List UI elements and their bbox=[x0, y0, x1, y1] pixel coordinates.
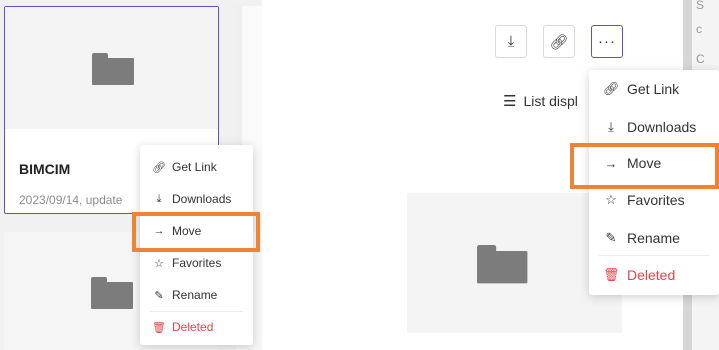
menu-item-label: Get Link bbox=[627, 81, 680, 97]
arrow-right-icon: → bbox=[153, 225, 165, 237]
menu-item-label: Rename bbox=[172, 288, 218, 302]
arrow-right-icon: → bbox=[604, 155, 618, 171]
menu-item-label: Favorites bbox=[172, 256, 222, 270]
menu-item-get-link[interactable]: 🔗︎ Get Link bbox=[140, 155, 253, 179]
download-icon: ⤓ bbox=[608, 119, 614, 134]
right-panel: ⤓ 🔗︎ ··· ☰ List displ S c C 🔗︎ Get Link ⤓… bbox=[399, 0, 719, 350]
side-text: c bbox=[696, 22, 702, 36]
menu-item-label: Downloads bbox=[172, 192, 232, 206]
menu-item-label: Favorites bbox=[627, 192, 685, 208]
menu-item-get-link[interactable]: 🔗︎ Get Link bbox=[589, 76, 719, 102]
card-title: BIMCIM bbox=[19, 161, 71, 177]
left-panel: BIMCIM 2023/09/14, update รั 🔗︎ Get Link… bbox=[0, 0, 262, 350]
menu-item-label: Rename bbox=[627, 230, 680, 246]
menu-item-label: Get Link bbox=[172, 160, 217, 174]
context-menu: 🔗︎ Get Link ⤓ Downloads → Move ☆ Favorit… bbox=[140, 145, 253, 345]
menu-item-favorites[interactable]: ☆ Favorites bbox=[589, 187, 719, 213]
download-button[interactable]: ⤓ bbox=[495, 25, 527, 58]
menu-divider bbox=[150, 215, 243, 216]
menu-item-label: Deleted bbox=[627, 267, 676, 283]
menu-item-move[interactable]: → Move bbox=[589, 150, 719, 176]
menu-item-label: Deleted bbox=[172, 320, 214, 334]
menu-item-rename[interactable]: ✎ Rename bbox=[140, 283, 253, 307]
download-icon: ⤓ bbox=[156, 192, 162, 205]
menu-divider bbox=[599, 144, 709, 145]
star-icon: ☆ bbox=[605, 192, 617, 207]
download-icon: ⤓ bbox=[507, 33, 515, 50]
pencil-icon: ✎ bbox=[154, 289, 164, 302]
menu-item-move[interactable]: → Move bbox=[140, 219, 253, 243]
more-actions-button[interactable]: ··· bbox=[591, 25, 623, 58]
link-icon: 🔗︎ bbox=[603, 81, 620, 96]
star-icon: ☆ bbox=[154, 257, 164, 270]
context-menu: 🔗︎ Get Link ⤓ Downloads → Move ☆ Favorit… bbox=[589, 70, 719, 295]
list-display-label: List displ bbox=[523, 93, 578, 109]
link-icon: 🔗︎ bbox=[549, 33, 569, 51]
trash-icon: 🗑︎ bbox=[603, 267, 620, 282]
copy-link-button[interactable]: 🔗︎ bbox=[543, 25, 575, 58]
menu-item-favorites[interactable]: ☆ Favorites bbox=[140, 251, 253, 275]
more-icon: ··· bbox=[598, 33, 616, 50]
pencil-icon: ✎ bbox=[605, 230, 617, 245]
menu-item-label: Move bbox=[172, 224, 202, 238]
side-text: S bbox=[696, 0, 705, 12]
menu-divider bbox=[150, 311, 243, 312]
link-icon: 🔗︎ bbox=[152, 161, 166, 174]
menu-item-delete[interactable]: 🗑︎ Deleted bbox=[589, 262, 719, 288]
menu-item-downloads[interactable]: ⤓ Downloads bbox=[140, 187, 253, 211]
trash-icon: 🗑︎ bbox=[152, 321, 166, 334]
list-display-toggle[interactable]: ☰ List displ bbox=[503, 92, 578, 110]
card-thumbnail bbox=[5, 7, 218, 129]
menu-item-label: Move bbox=[627, 155, 662, 171]
menu-item-label: Downloads bbox=[627, 119, 697, 135]
menu-divider bbox=[599, 255, 709, 256]
menu-item-downloads[interactable]: ⤓ Downloads bbox=[589, 114, 719, 140]
menu-item-rename[interactable]: ✎ Rename bbox=[589, 225, 719, 251]
side-text: C bbox=[696, 52, 705, 66]
list-icon: ☰ bbox=[503, 93, 517, 110]
menu-item-delete[interactable]: 🗑︎ Deleted bbox=[140, 315, 253, 339]
card-date: 2023/09/14, update bbox=[19, 193, 123, 207]
